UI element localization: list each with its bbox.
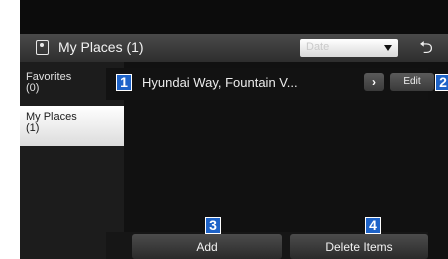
callout-label: 1 — [116, 74, 132, 91]
chevron-right-icon: › — [372, 75, 376, 89]
sort-dropdown-value: Date — [306, 41, 330, 53]
add-button[interactable]: Add — [132, 234, 282, 259]
navigation-screen: My Places (1) Date ⮌ Favorites (0) My Pl… — [20, 0, 448, 259]
callout-label: 3 — [205, 217, 221, 234]
detail-button[interactable]: › — [364, 73, 384, 91]
page-title: My Places (1) — [58, 39, 144, 55]
my-places-icon — [36, 40, 49, 55]
callout-label: 2 — [435, 74, 448, 91]
sidebar-item-label: Favorites (0) — [26, 71, 72, 94]
delete-items-button[interactable]: Delete Items — [290, 234, 428, 259]
dropdown-arrow-icon — [384, 45, 392, 51]
place-name: Hyundai Way, Fountain V... — [142, 75, 298, 90]
callout-label: 4 — [365, 217, 381, 234]
edit-button[interactable]: Edit — [390, 73, 434, 91]
sidebar-item-my-places[interactable]: My Places (1) — [20, 106, 124, 146]
sidebar-item-label: My Places (1) — [26, 111, 77, 134]
back-button[interactable]: ⮌ — [412, 37, 440, 59]
status-bar — [20, 0, 448, 34]
back-arrow-icon: ⮌ — [419, 38, 433, 57]
sort-dropdown[interactable]: Date — [300, 39, 398, 57]
header-bar: My Places (1) Date ⮌ — [20, 34, 448, 62]
